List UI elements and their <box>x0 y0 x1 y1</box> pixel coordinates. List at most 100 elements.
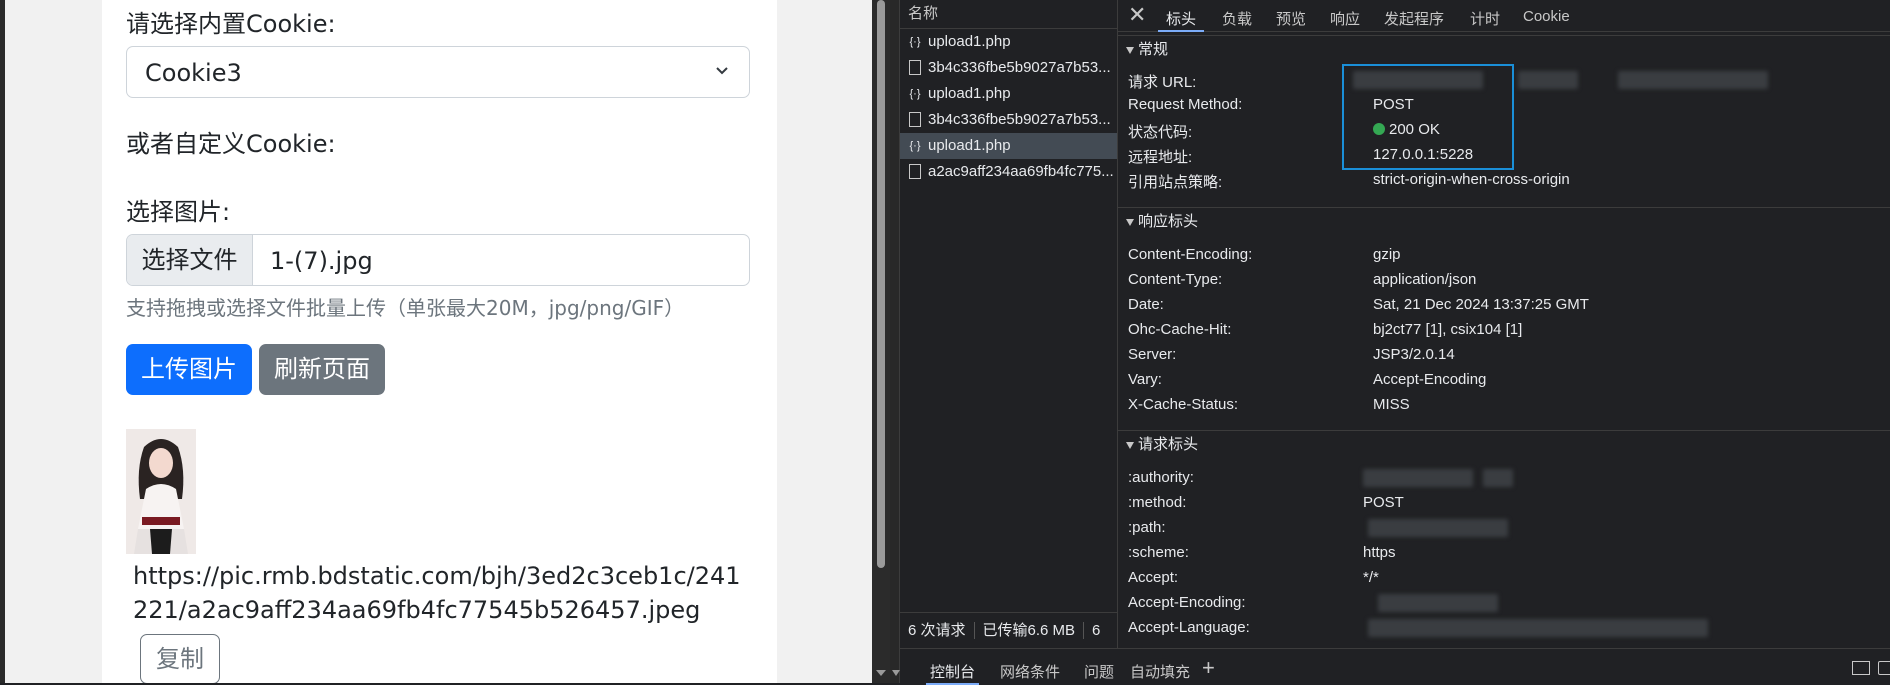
request-name: upload1.php <box>928 33 1011 50</box>
page-scrollbar-thumb[interactable] <box>877 0 885 568</box>
header-value: strict-origin-when-cross-origin <box>1373 171 1570 188</box>
header-row: Content-Type: application/json <box>1118 267 1890 292</box>
header-key: :authority: <box>1128 469 1194 486</box>
tab-cookies[interactable]: Cookie <box>1523 8 1570 25</box>
header-key: Server: <box>1128 346 1177 363</box>
header-row: Ohc-Cache-Hit: bj2ct77 [1], csix104 [1] <box>1118 317 1890 342</box>
uploaded-image-thumbnail[interactable] <box>126 429 196 554</box>
request-count: 6 次请求 <box>900 622 975 639</box>
cookie-select-value: Cookie3 <box>145 59 242 87</box>
header-row: Server: JSP3/2.0.14 <box>1118 342 1890 367</box>
header-key: Accept-Encoding: <box>1128 594 1246 611</box>
request-name: a2ac9aff234aa69fb4fc775... <box>928 163 1114 180</box>
request-name: upload1.php <box>928 137 1011 154</box>
xhr-icon: {·} <box>909 140 921 152</box>
request-row[interactable]: 3b4c336fbe5b9027a7b53... <box>900 107 1117 133</box>
copy-button[interactable]: 复制 <box>140 634 220 683</box>
plus-icon[interactable]: + <box>1202 655 1215 681</box>
page-scrollbar[interactable] <box>872 0 890 683</box>
tab-payload[interactable]: 负载 <box>1222 8 1252 29</box>
choose-file-button[interactable]: 选择文件 <box>127 235 253 285</box>
tab-timing[interactable]: 计时 <box>1470 8 1500 29</box>
tab-preview[interactable]: 预览 <box>1276 8 1306 29</box>
redacted-value <box>1378 594 1498 612</box>
header-row: :method: POST <box>1118 490 1890 515</box>
web-page: 请选择内置Cookie: Cookie3 或者自定义Cookie: 选择图片: … <box>0 0 872 683</box>
upload-hint: 支持拖拽或选择文件批量上传（单张最大20M，jpg/png/GIF） <box>126 296 685 320</box>
close-icon[interactable]: ✕ <box>1128 4 1150 26</box>
request-details: ✕ 标头 负载 预览 响应 发起程序 计时 Cookie 常规 请求 URL: … <box>1118 0 1890 648</box>
builtin-cookie-label: 请选择内置Cookie: <box>126 10 336 38</box>
general-section-header[interactable]: 常规 <box>1118 35 1890 63</box>
tab-autofill[interactable]: 自动填充 <box>1130 661 1190 682</box>
highlight-box <box>1342 64 1514 170</box>
header-key: Ohc-Cache-Hit: <box>1128 321 1232 338</box>
section-title: 请求标头 <box>1138 436 1199 453</box>
header-key: 远程地址: <box>1128 149 1193 166</box>
request-row[interactable]: {·} upload1.php <box>900 29 1117 55</box>
header-value: POST <box>1363 494 1404 511</box>
header-row: Accept-Language: <box>1118 615 1890 640</box>
header-row: Date: Sat, 21 Dec 2024 13:37:25 GMT <box>1118 292 1890 317</box>
tab-issues[interactable]: 问题 <box>1084 661 1114 682</box>
header-value: JSP3/2.0.14 <box>1373 346 1455 363</box>
cookie-select[interactable]: Cookie3 <box>126 46 750 98</box>
request-list: 名称 {·} upload1.php 3b4c336fbe5b9027a7b53… <box>900 0 1118 648</box>
tab-console[interactable]: 控制台 <box>925 661 980 685</box>
portrait-illustration <box>126 429 196 554</box>
close-drawer-icon[interactable] <box>1878 661 1890 675</box>
header-row: Vary: Accept-Encoding <box>1118 367 1890 392</box>
tab-response[interactable]: 响应 <box>1330 8 1360 29</box>
header-key: 状态代码: <box>1128 124 1193 141</box>
header-row: Content-Encoding: gzip <box>1118 242 1890 267</box>
request-row[interactable]: 3b4c336fbe5b9027a7b53... <box>900 55 1117 81</box>
header-value: */* <box>1363 569 1379 586</box>
header-value: https <box>1363 544 1396 561</box>
request-name: upload1.php <box>928 85 1011 102</box>
header-key: :scheme: <box>1128 544 1189 561</box>
header-value: bj2ct77 [1], csix104 [1] <box>1373 321 1523 338</box>
request-name: 3b4c336fbe5b9027a7b53... <box>928 59 1111 76</box>
redacted-value <box>1483 469 1513 487</box>
request-row-selected[interactable]: {·} upload1.php <box>900 133 1117 159</box>
expand-triangle-icon <box>1126 441 1134 449</box>
request-list-header[interactable]: 名称 <box>900 0 1117 29</box>
result-url: https://pic.rmb.bdstatic.com/bjh/3ed2c3c… <box>133 562 741 624</box>
devtools-panel: 名称 {·} upload1.php 3b4c336fbe5b9027a7b53… <box>890 0 1890 685</box>
file-input[interactable]: 选择文件 1-(7).jpg <box>126 234 750 286</box>
transferred-size: 已传输6.6 MB <box>974 622 1085 639</box>
tab-network-conditions[interactable]: 网络条件 <box>1000 661 1060 682</box>
devtools-side-strip <box>890 0 900 683</box>
tab-headers[interactable]: 标头 <box>1157 8 1205 32</box>
header-key: X-Cache-Status: <box>1128 396 1239 413</box>
request-row[interactable]: a2ac9aff234aa69fb4fc775... <box>900 159 1117 185</box>
refresh-page-button[interactable]: 刷新页面 <box>259 344 385 395</box>
chevron-down-icon[interactable] <box>892 670 900 676</box>
request-row[interactable]: {·} upload1.php <box>900 81 1117 107</box>
document-icon <box>909 60 921 75</box>
details-tab-bar: ✕ 标头 负载 预览 响应 发起程序 计时 Cookie <box>1118 0 1890 32</box>
header-key: Accept-Language: <box>1128 619 1250 636</box>
scroll-down-arrow-icon[interactable] <box>876 670 886 676</box>
dock-side-icon[interactable] <box>1852 661 1870 675</box>
header-value: Sat, 21 Dec 2024 13:37:25 GMT <box>1373 296 1589 313</box>
redacted-value <box>1518 71 1578 89</box>
header-key: Date: <box>1128 296 1164 313</box>
page-edge <box>0 0 5 683</box>
response-headers-section-header[interactable]: 响应标头 <box>1118 207 1890 235</box>
header-row: Accept: */* <box>1118 565 1890 590</box>
header-key: Accept: <box>1128 569 1179 586</box>
header-key: :method: <box>1128 494 1187 511</box>
upload-image-button[interactable]: 上传图片 <box>126 344 252 395</box>
redacted-value <box>1363 469 1473 487</box>
request-headers-section-header[interactable]: 请求标头 <box>1118 430 1890 458</box>
tab-initiator[interactable]: 发起程序 <box>1384 8 1444 29</box>
header-value: gzip <box>1373 246 1401 263</box>
header-key: 引用站点策略: <box>1128 174 1223 191</box>
header-value: Accept-Encoding <box>1373 371 1487 388</box>
header-key: 请求 URL: <box>1128 74 1197 91</box>
chevron-down-icon <box>716 67 728 75</box>
redacted-value <box>1368 619 1708 637</box>
choose-image-label: 选择图片: <box>126 198 231 226</box>
header-value: MISS <box>1373 396 1410 413</box>
